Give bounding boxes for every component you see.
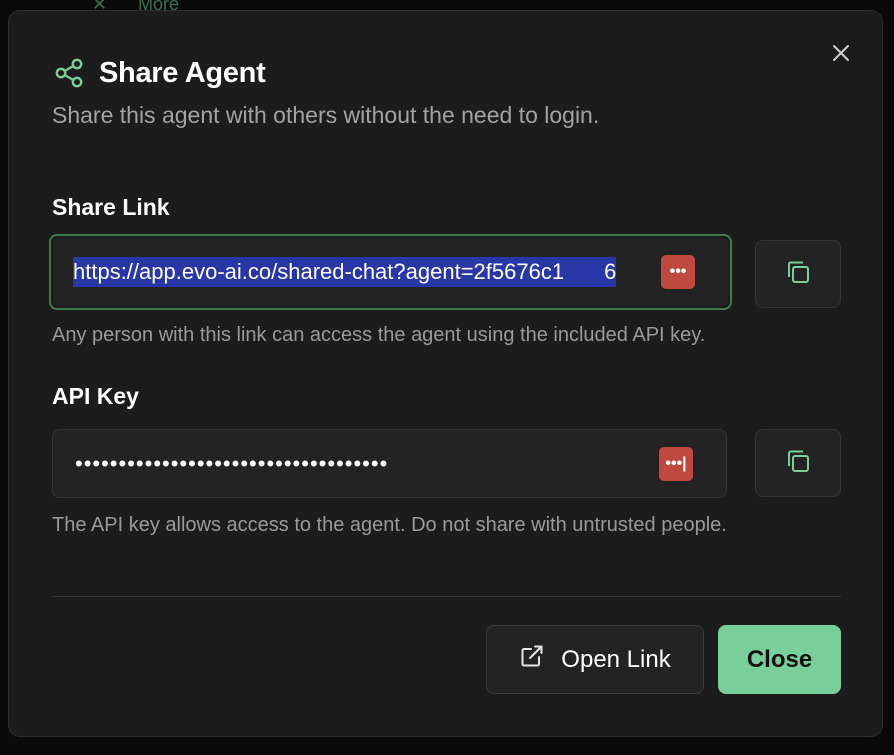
dialog-header: Share Agent <box>53 53 266 93</box>
background-tab-label: More <box>138 0 180 10</box>
api-key-value: •••••••••••••••••••••••••••••••••••• <box>75 450 389 476</box>
reveal-key-button[interactable]: •••| <box>659 447 693 481</box>
close-button-label: Close <box>746 645 813 673</box>
copy-link-button[interactable] <box>755 240 841 308</box>
api-key-input[interactable]: •••••••••••••••••••••••••••••••••••• •••… <box>52 429 727 498</box>
share-link-label: Share Link <box>52 194 170 220</box>
dialog-subtitle: Share this agent with others without the… <box>52 102 600 128</box>
copy-icon <box>784 258 812 291</box>
reveal-link-button[interactable]: ••• <box>661 255 695 289</box>
share-link-input[interactable]: https://app.evo-ai.co/shared-chat?agent=… <box>49 234 732 310</box>
copy-icon <box>784 447 812 480</box>
footer-divider <box>52 596 841 597</box>
x-icon: ✕ <box>92 0 108 10</box>
share-agent-dialog: Share Agent Share this agent with others… <box>8 10 883 737</box>
open-link-button[interactable]: Open Link <box>486 625 704 694</box>
close-button[interactable]: Close <box>718 625 841 694</box>
share-link-value: https://app.evo-ai.co/shared-chat?agent=… <box>73 257 617 287</box>
close-icon[interactable] <box>829 41 853 65</box>
api-key-helper: The API key allows access to the agent. … <box>52 514 727 536</box>
background-tab: ✕ More <box>60 0 220 10</box>
copy-key-button[interactable] <box>755 429 841 497</box>
open-link-label: Open Link <box>561 645 671 673</box>
api-key-label: API Key <box>52 383 139 409</box>
external-link-icon <box>519 643 561 676</box>
share-link-helper: Any person with this link can access the… <box>52 324 706 346</box>
share-icon <box>53 57 85 89</box>
dialog-title: Share Agent <box>99 56 266 89</box>
